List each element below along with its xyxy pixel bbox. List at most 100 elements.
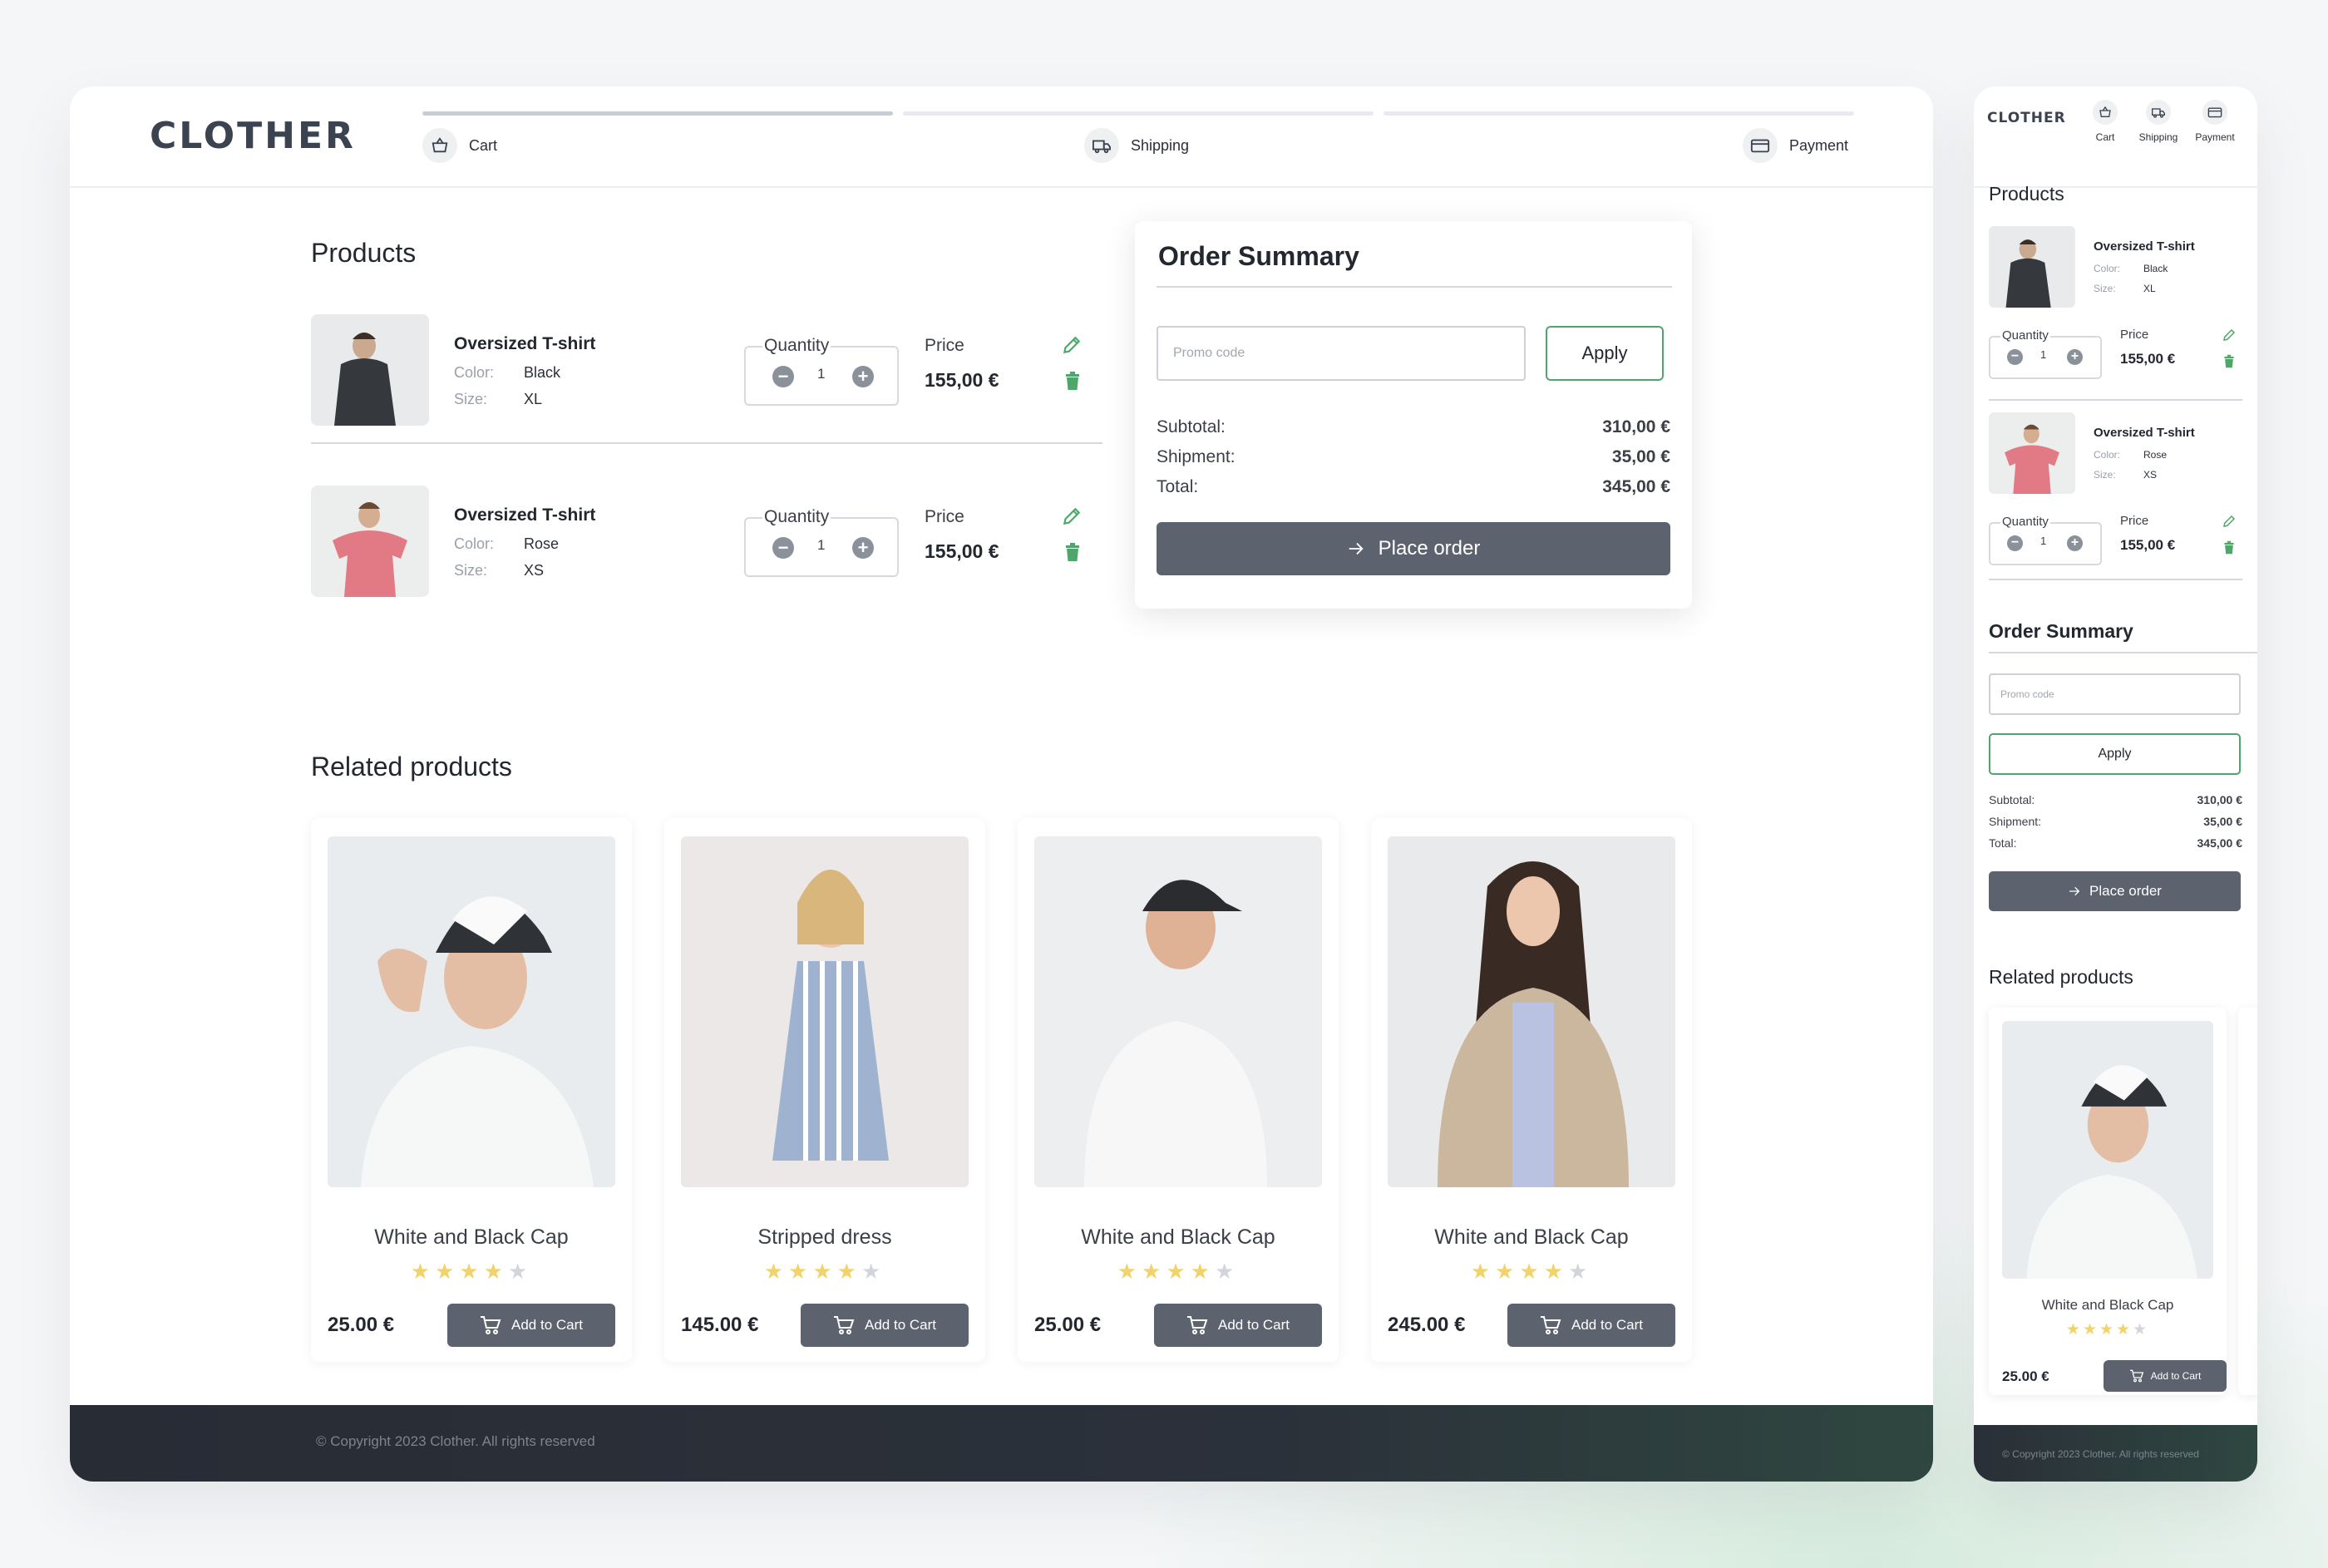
step-progress-shipping [903, 111, 1374, 116]
shipment-value: 35,00 € [1611, 447, 1670, 466]
total-label: Total: [1989, 836, 2017, 850]
step-payment[interactable]: Payment [2188, 100, 2242, 143]
products-title: Products [311, 238, 417, 268]
edit-icon[interactable] [1061, 334, 1083, 360]
product-name: White and Black Cap [1081, 1225, 1275, 1249]
related-product-card[interactable]: White and Black Cap ★★★★★ 245.00 € Add t… [1371, 818, 1692, 1362]
star-rating: ★★★★★ [1470, 1259, 1593, 1284]
plus-icon[interactable]: + [852, 537, 874, 559]
product-price: 25.00 € [2002, 1368, 2049, 1384]
product-price: 25.00 € [1034, 1314, 1102, 1336]
related-product-card[interactable]: White and Black Cap ★★★★★ 25.00 € Add to… [311, 818, 632, 1362]
apply-button[interactable]: Apply [1546, 326, 1664, 381]
price-label: Price [925, 507, 964, 526]
minus-icon[interactable]: − [2007, 349, 2023, 365]
add-to-cart-button[interactable]: Add to Cart [1154, 1304, 1322, 1347]
step-cart[interactable]: Cart [2079, 100, 2132, 143]
size-value: XS [524, 562, 545, 579]
product-image[interactable] [1989, 412, 2075, 494]
star-rating: ★★★★★ [763, 1259, 886, 1284]
brand-logo[interactable]: CLOTHER [150, 115, 356, 157]
product-image[interactable] [1388, 836, 1675, 1187]
product-image[interactable] [681, 836, 969, 1187]
product-image[interactable] [2002, 1021, 2213, 1279]
trash-icon[interactable] [2223, 354, 2235, 372]
promo-code-input[interactable]: Promo code [1989, 673, 2241, 715]
cart-icon [1187, 1316, 1208, 1334]
place-order-button[interactable]: Place order [1157, 522, 1670, 575]
quantity-value[interactable]: 1 [2040, 348, 2046, 361]
plus-icon[interactable]: + [2067, 349, 2083, 365]
copyright-text: © Copyright 2023 Clother. All rights res… [2002, 1448, 2199, 1460]
step-label: Payment [2195, 131, 2235, 143]
shipment-value: 35,00 € [2203, 815, 2242, 828]
divider [1989, 579, 2242, 580]
edit-icon[interactable] [2222, 514, 2237, 533]
card-icon [1743, 128, 1778, 163]
product-image[interactable] [1034, 836, 1322, 1187]
subtotal-label: Subtotal: [1157, 417, 1226, 436]
add-to-cart-button[interactable]: Add to Cart [1507, 1304, 1675, 1347]
trash-icon[interactable] [2223, 540, 2235, 559]
total-label: Total: [1157, 477, 1199, 496]
product-image[interactable] [311, 314, 429, 426]
cart-icon [481, 1316, 501, 1334]
apply-button[interactable]: Apply [1989, 733, 2241, 775]
color-value: Rose [2143, 449, 2168, 461]
step-shipping[interactable]: Shipping [2132, 100, 2185, 143]
add-to-cart-button[interactable]: Add to Cart [2104, 1360, 2227, 1392]
total-value: 345,00 € [1602, 477, 1670, 496]
quantity-stepper: Quantity − 1 + [744, 336, 899, 406]
card-icon [2202, 100, 2227, 125]
star-rating: ★★★★★ [1117, 1259, 1240, 1284]
step-cart[interactable]: Cart [422, 128, 497, 163]
related-products-title: Related products [311, 752, 512, 782]
minus-icon[interactable]: − [772, 366, 794, 387]
product-image[interactable] [328, 836, 615, 1187]
quantity-label: Quantity [2000, 515, 2050, 529]
star-rating: ★★★★★ [2065, 1321, 2150, 1339]
trash-icon[interactable] [1064, 542, 1081, 566]
minus-icon[interactable]: − [2007, 535, 2023, 551]
promo-code-input[interactable]: Promo code [1157, 326, 1526, 381]
step-label: Shipping [1131, 136, 1190, 154]
size-value: XS [2143, 469, 2158, 481]
truck-icon [1084, 128, 1119, 163]
price-value: 155,00 € [925, 369, 999, 391]
add-to-cart-button[interactable]: Add to Cart [801, 1304, 969, 1347]
quantity-stepper: Quantity − 1 + [1989, 328, 2102, 379]
quantity-value[interactable]: 1 [817, 537, 825, 554]
color-label: Color: [454, 364, 495, 381]
size-value: XL [2143, 283, 2156, 294]
subtotal-value: 310,00 € [2197, 793, 2243, 806]
product-price: 25.00 € [328, 1314, 395, 1336]
quantity-value[interactable]: 1 [817, 366, 825, 382]
product-image[interactable] [311, 486, 429, 597]
related-product-card[interactable]: White and Black Cap ★★★★★ 25.00 € Add to… [1989, 1008, 2227, 1395]
edit-icon[interactable] [1061, 505, 1083, 531]
brand-logo[interactable]: CLOTHER [1987, 110, 2066, 126]
size-value: XL [524, 391, 543, 407]
step-payment[interactable]: Payment [1743, 128, 1848, 163]
cart-icon [1541, 1316, 1561, 1334]
edit-icon[interactable] [2222, 328, 2237, 347]
step-shipping[interactable]: Shipping [1084, 128, 1189, 163]
order-summary-title: Order Summary [1158, 241, 1359, 271]
related-product-card[interactable]: White and Black Cap ★★★★★ 25.00 € Add to… [1018, 818, 1339, 1362]
minus-icon[interactable]: − [772, 537, 794, 559]
quantity-value[interactable]: 1 [2040, 535, 2046, 547]
plus-icon[interactable]: + [852, 366, 874, 387]
step-label: Cart [2095, 131, 2115, 143]
related-product-card-peek[interactable] [2238, 1008, 2257, 1395]
product-image[interactable] [1989, 226, 2075, 308]
related-product-card[interactable]: Stripped dress ★★★★★ 145.00 € Add to Car… [664, 818, 985, 1362]
trash-icon[interactable] [1064, 371, 1081, 395]
quantity-label: Quantity [762, 507, 831, 527]
plus-icon[interactable]: + [2067, 535, 2083, 551]
place-order-button[interactable]: Place order [1989, 871, 2241, 911]
add-to-cart-label: Add to Cart [511, 1317, 583, 1333]
shipment-label: Shipment: [1989, 815, 2042, 828]
step-label: Shipping [2138, 131, 2178, 143]
order-summary-panel: Order Summary Promo code Apply Subtotal:… [1135, 221, 1692, 609]
add-to-cart-button[interactable]: Add to Cart [447, 1304, 615, 1347]
